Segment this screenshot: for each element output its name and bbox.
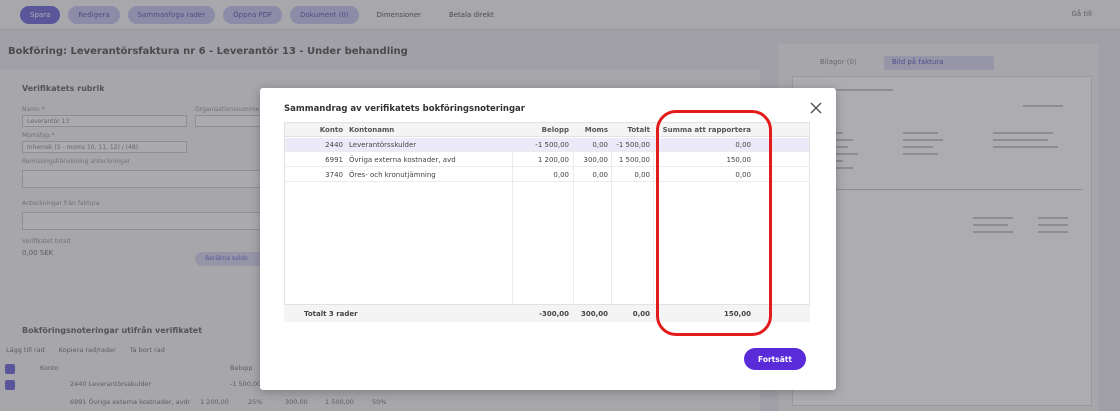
summary-table: Konto Kontonamn Belopp Moms Totalt Summa… [284,122,810,313]
table-row[interactable]: 2440 Leverantörsskulder -1 500,00 0,00 -… [285,138,809,152]
close-icon[interactable] [808,100,824,116]
summa-cell: 0,00 [735,141,751,149]
totals-summa: 150,00 [723,310,751,318]
continue-button[interactable]: Fortsätt [744,348,806,370]
col-summa-att-rapportera[interactable]: Summa att rapportera [657,123,751,137]
table-row[interactable]: 6991 Övriga externa kostnader, avd 1 200… [285,153,809,167]
moms-cell: 300,00 [583,156,609,164]
totals-belopp: -300,00 [539,310,569,318]
totals-row: Totalt 3 rader -300,00 300,00 0,00 150,0… [284,304,810,322]
dialog-title: Sammandrag av verifikatets bokföringsnot… [284,104,525,114]
totalt-cell: 1 500,00 [618,156,650,164]
konto-cell: 2440 [325,141,343,149]
totalt-cell: 0,00 [634,171,650,179]
belopp-cell: 1 200,00 [537,156,569,164]
table-row[interactable]: 3740 Öres- och kronutjämning 0,00 0,00 0… [285,168,809,182]
kontonamn-cell: Leverantörsskulder [349,141,417,149]
moms-cell: 0,00 [592,141,608,149]
belopp-cell: 0,00 [553,171,569,179]
col-moms[interactable]: Moms [575,123,608,137]
table-header: Konto Kontonamn Belopp Moms Totalt Summa… [285,123,809,137]
belopp-cell: -1 500,00 [535,141,569,149]
totals-totalt: 0,00 [632,310,650,318]
totalt-cell: -1 500,00 [616,141,650,149]
summa-cell: 0,00 [735,171,751,179]
totals-moms: 300,00 [580,310,608,318]
col-konto[interactable]: Konto [287,123,343,137]
col-belopp[interactable]: Belopp [515,123,569,137]
kontonamn-cell: Öres- och kronutjämning [349,171,436,179]
moms-cell: 0,00 [592,171,608,179]
kontonamn-cell: Övriga externa kostnader, avd [349,156,456,164]
col-totalt[interactable]: Totalt [613,123,650,137]
summary-dialog: Sammandrag av verifikatets bokföringsnot… [260,88,836,390]
totals-label: Totalt 3 rader [304,310,358,318]
konto-cell: 3740 [325,171,343,179]
konto-cell: 6991 [325,156,343,164]
col-kontonamn[interactable]: Kontonamn [349,123,499,137]
summa-cell: 150,00 [726,156,752,164]
